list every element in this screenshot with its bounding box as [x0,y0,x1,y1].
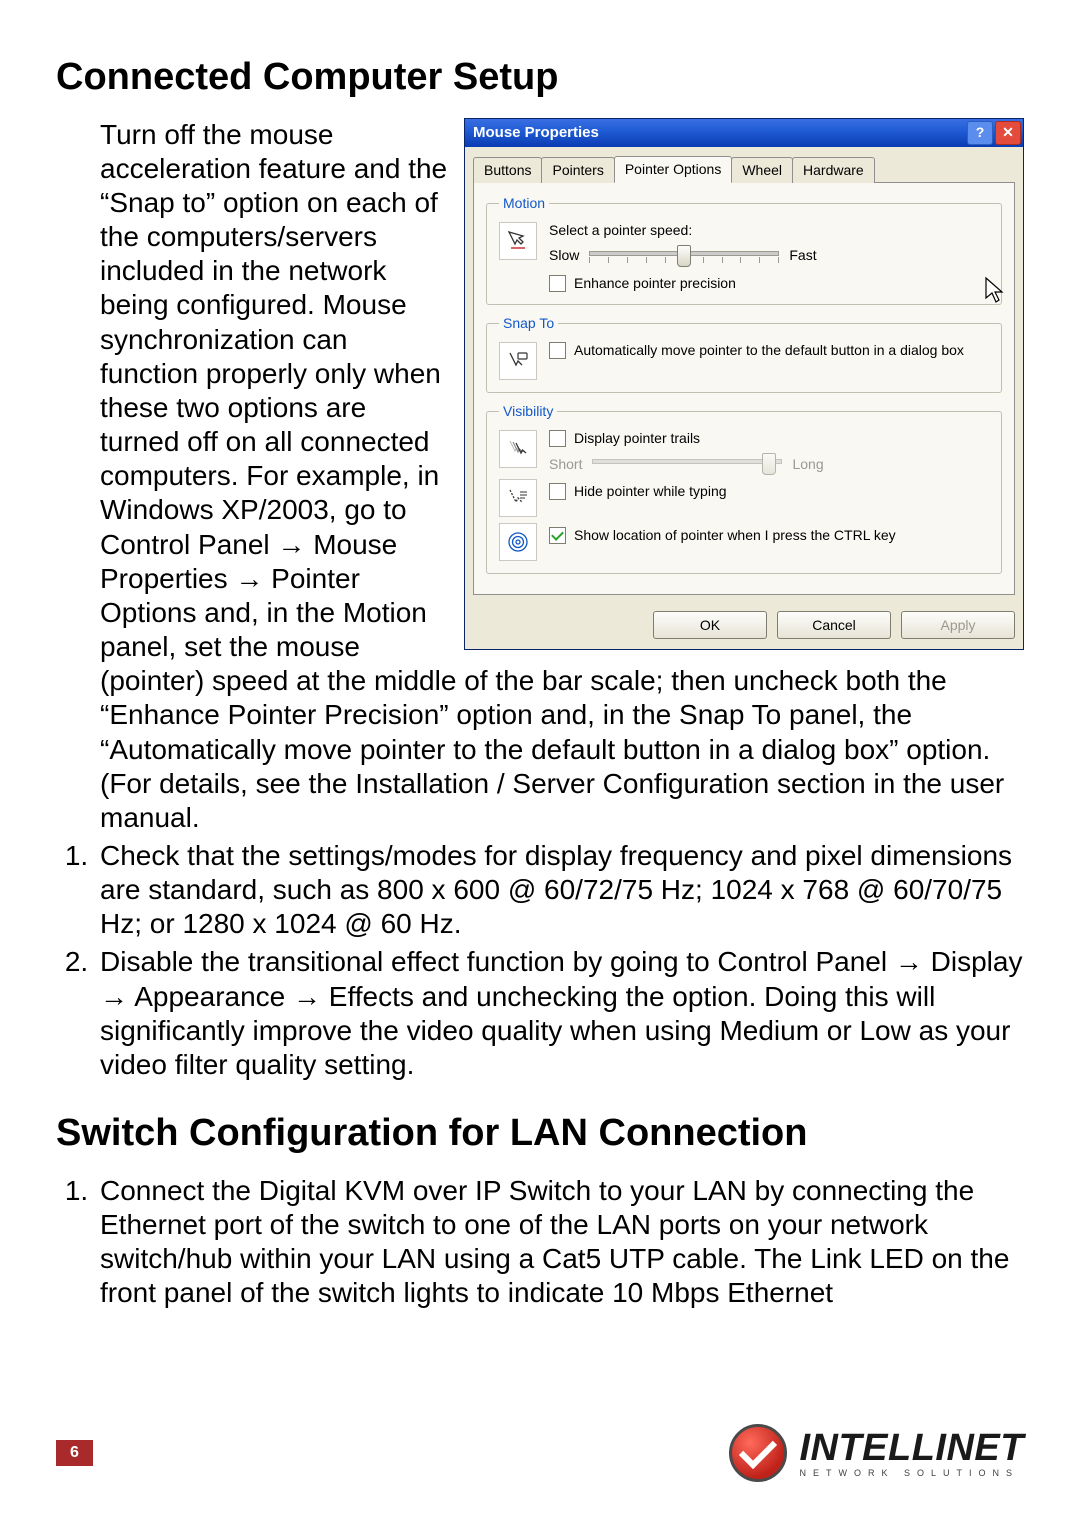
dialog-titlebar: Mouse Properties ? ✕ [465,119,1023,147]
brand-name: INTELLINET [799,1429,1024,1467]
heading-connected-setup: Connected Computer Setup [56,56,1024,100]
switch-config-steps: Connect the Digital KVM over IP Switch t… [56,1174,1024,1311]
tab-hardware[interactable]: Hardware [792,157,875,183]
pointer-trails-label: Display pointer trails [574,430,700,447]
step-3: Disable the transitional effect function… [96,945,1024,1082]
hide-pointer-icon [499,479,537,517]
lan-step-1: Connect the Digital KVM over IP Switch t… [96,1174,1024,1311]
mouse-properties-dialog: Mouse Properties ? ✕ Buttons Pointers Po… [464,118,1024,651]
ctrl-locate-checkbox[interactable] [549,527,566,544]
step-1: Mouse Properties ? ✕ Buttons Pointers Po… [96,118,1024,835]
connected-setup-steps: Mouse Properties ? ✕ Buttons Pointers Po… [56,118,1024,1082]
tab-wheel[interactable]: Wheel [731,157,793,183]
ctrl-locate-icon [499,523,537,561]
visibility-group: Visibility [486,403,1002,574]
ok-button[interactable]: OK [653,611,767,639]
short-label: Short [549,456,582,473]
pointer-trails-slider [592,455,782,473]
snap-to-icon [499,342,537,380]
snap-to-legend: Snap To [499,315,558,332]
motion-legend: Motion [499,195,549,212]
brand-logo: INTELLINET NETWORK SOLUTIONS [729,1424,1024,1482]
step-2: Check that the settings/modes for displa… [96,839,1024,941]
pointer-trails-checkbox[interactable] [549,430,566,447]
snap-to-checkbox[interactable] [549,342,566,359]
dialog-title: Mouse Properties [473,124,965,142]
tab-buttons[interactable]: Buttons [473,157,542,183]
visibility-legend: Visibility [499,403,557,420]
long-label: Long [792,456,823,473]
manual-page: Connected Computer Setup Mouse Propertie… [0,0,1080,1522]
dialog-body: Motion Select a pointer speed: Slow [473,182,1015,595]
hide-pointer-label: Hide pointer while typing [574,483,727,500]
snap-to-group: Snap To Automatically move pointer to th… [486,315,1002,393]
close-icon[interactable]: ✕ [995,121,1021,145]
page-footer: 6 INTELLINET NETWORK SOLUTIONS [56,1424,1024,1482]
tab-pointers[interactable]: Pointers [541,157,614,183]
motion-group: Motion Select a pointer speed: Slow [486,195,1002,305]
dialog-tabs: Buttons Pointers Pointer Options Wheel H… [473,155,1015,182]
mouse-properties-dialog-figure: Mouse Properties ? ✕ Buttons Pointers Po… [464,118,1024,651]
enhance-precision-checkbox[interactable] [549,275,566,292]
pointer-speed-label: Select a pointer speed: [549,222,989,239]
pointer-speed-icon [499,222,537,260]
tab-pointer-options[interactable]: Pointer Options [614,156,733,183]
step-2-text: Check that the settings/modes for displa… [100,840,1012,939]
fast-label: Fast [789,247,816,264]
pointer-speed-slider[interactable] [589,247,779,265]
step-3-text: Disable the transitional effect function… [100,946,1022,1079]
hide-pointer-checkbox[interactable] [549,483,566,500]
heading-switch-config: Switch Configuration for LAN Connection [56,1112,1024,1156]
page-number: 6 [56,1440,93,1466]
pointer-trails-icon [499,430,537,468]
slow-label: Slow [549,247,579,264]
cancel-button[interactable]: Cancel [777,611,891,639]
brand-subtitle: NETWORK SOLUTIONS [799,1469,1024,1478]
ctrl-locate-label: Show location of pointer when I press th… [574,527,896,544]
snap-to-label: Automatically move pointer to the defaul… [574,342,964,359]
brand-check-icon [729,1424,787,1482]
apply-button: Apply [901,611,1015,639]
lan-step-1-text: Connect the Digital KVM over IP Switch t… [100,1175,1009,1308]
help-icon[interactable]: ? [967,121,993,145]
dialog-button-row: OK Cancel Apply [465,603,1023,649]
enhance-precision-label: Enhance pointer precision [574,275,736,292]
